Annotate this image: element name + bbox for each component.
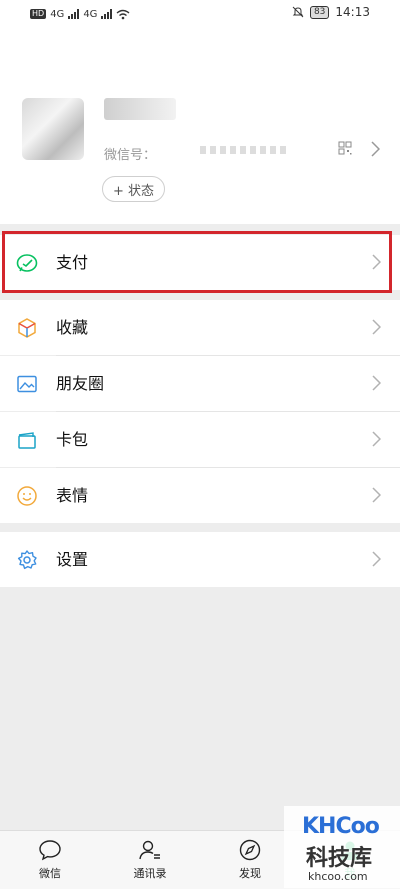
user-nickname-blurred (104, 98, 176, 120)
compass-icon (239, 839, 261, 861)
tab-contacts[interactable]: 通讯录 (115, 839, 185, 881)
hd-indicator: HD (30, 9, 47, 19)
clock: 14:13 (335, 5, 370, 19)
network-type-2: 4G (83, 8, 98, 20)
watermark: KHCoo 科技库 khcoo.com (284, 806, 400, 888)
menu-label-settings: 设置 (56, 550, 89, 569)
menu-item-moments[interactable]: 朋友圈 (0, 356, 400, 411)
menu-item-settings[interactable]: 设置 (0, 532, 400, 587)
mute-bell-icon (292, 6, 304, 18)
contacts-icon (139, 840, 160, 860)
add-status-button[interactable]: + 状态 (102, 176, 166, 202)
menu-label-stickers: 表情 (56, 486, 89, 505)
signal-icon (68, 9, 80, 19)
menu-item-cards[interactable]: 卡包 (0, 412, 400, 467)
tab-discover[interactable]: 发现 (215, 839, 285, 881)
chevron-right-icon[interactable] (371, 141, 380, 157)
qr-code-icon[interactable] (338, 141, 352, 155)
signal-icon-2 (101, 9, 113, 19)
moments-image-icon (17, 375, 37, 393)
menu-item-favorites[interactable]: 收藏 (0, 300, 400, 355)
chevron-right-icon (372, 319, 381, 335)
gear-icon (17, 550, 37, 570)
menu-item-stickers[interactable]: 表情 (0, 468, 400, 523)
menu-label-cards: 卡包 (56, 430, 89, 449)
favorites-cube-icon (18, 318, 36, 338)
wifi-icon (116, 9, 130, 19)
watermark-logo: KHCoo (302, 814, 380, 839)
chevron-right-icon (372, 375, 381, 391)
wechat-id-blurred (200, 146, 290, 154)
chat-bubble-icon (39, 840, 61, 861)
tab-chats[interactable]: 微信 (15, 839, 85, 881)
wechat-id-label: 微信号： (104, 148, 157, 163)
menu-label-favorites: 收藏 (56, 318, 89, 337)
avatar[interactable] (22, 98, 84, 160)
status-bar: HD 4G 4G 83 14:13 (0, 0, 400, 28)
battery-indicator: 83 (309, 5, 330, 19)
watermark-url: khcoo.com (308, 870, 368, 883)
chevron-right-icon (372, 431, 381, 447)
card-wallet-icon (18, 432, 36, 449)
chevron-right-icon (372, 487, 381, 503)
profile-header[interactable]: 微信号： + 状态 (0, 28, 400, 224)
network-type: 4G (50, 8, 65, 20)
highlight-box (2, 231, 392, 293)
watermark-name: 科技库 (306, 846, 373, 871)
smiley-icon (17, 486, 37, 506)
chevron-right-icon (372, 551, 381, 567)
menu-label-moments: 朋友圈 (56, 374, 105, 393)
